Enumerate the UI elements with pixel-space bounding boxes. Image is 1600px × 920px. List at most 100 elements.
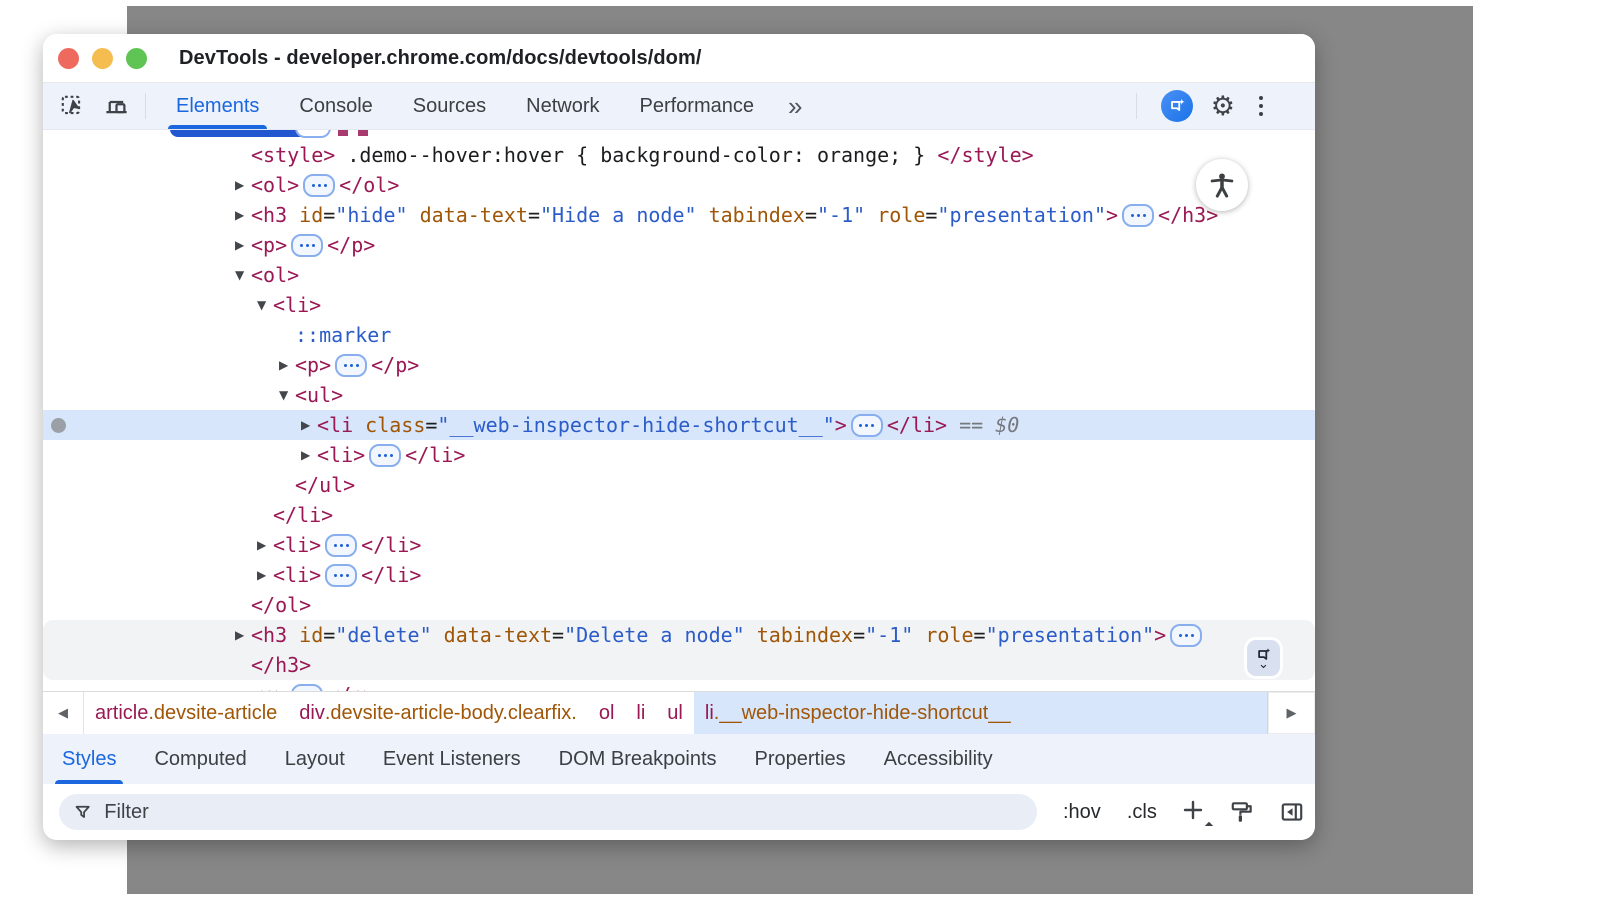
disclosure-closed-icon[interactable]: ▶ xyxy=(235,620,251,650)
disclosure-closed-icon[interactable]: ▶ xyxy=(279,350,295,380)
dom-tree-row[interactable]: ▶<p></p> xyxy=(43,350,1315,380)
new-style-rule-button[interactable] xyxy=(1181,798,1205,827)
dom-tree-row[interactable]: <style> .demo--hover:hover { background-… xyxy=(43,140,1315,170)
dom-tree-row[interactable]: ▶<p></p> xyxy=(43,230,1315,260)
ai-assistance-float-button[interactable]: ⌄ xyxy=(1247,640,1280,676)
tab-elements[interactable]: Elements xyxy=(156,83,279,129)
code-token: data-text xyxy=(408,203,528,227)
style-filter-field[interactable] xyxy=(59,794,1037,830)
devtools-window: DevTools - developer.chrome.com/docs/dev… xyxy=(43,34,1315,840)
disclosure-closed-icon[interactable]: ▶ xyxy=(235,200,251,230)
sidebar-tab-properties[interactable]: Properties xyxy=(736,734,865,784)
expand-ellipsis-button[interactable] xyxy=(335,354,367,377)
sidebar-tab-dom-breakpoints[interactable]: DOM Breakpoints xyxy=(540,734,736,784)
dom-tree-row[interactable]: ▶<li></li> xyxy=(43,440,1315,470)
expand-ellipsis-button[interactable] xyxy=(325,564,357,587)
sidebar-tab-layout[interactable]: Layout xyxy=(266,734,364,784)
expand-ellipsis-button[interactable] xyxy=(1122,204,1154,227)
breadcrumb-item[interactable]: article.devsite-article xyxy=(84,692,288,734)
toolbar-divider-right xyxy=(1136,93,1137,119)
clipped-selection-bar xyxy=(170,130,310,137)
dom-tree-row[interactable]: ▼<ul> xyxy=(43,380,1315,410)
dom-tree-row[interactable]: ▶<h3 id="delete" data-text="Delete a nod… xyxy=(43,620,1315,650)
dom-tree-row[interactable]: ▶<li class="__web-inspector-hide-shortcu… xyxy=(43,410,1315,440)
code-token: > xyxy=(1154,623,1166,647)
disclosure-closed-icon[interactable]: ▶ xyxy=(301,440,317,470)
dom-tree-row[interactable]: ▼<ol> xyxy=(43,260,1315,290)
sidebar-tab-event-listeners[interactable]: Event Listeners xyxy=(364,734,540,784)
code-token: = xyxy=(552,623,564,647)
dom-tree-row[interactable]: </li> xyxy=(43,500,1315,530)
expand-ellipsis-button[interactable] xyxy=(1170,624,1202,647)
devtools-toolbar: ElementsConsoleSourcesNetworkPerformance… xyxy=(43,83,1315,130)
tab-network[interactable]: Network xyxy=(506,83,619,129)
tab-sources[interactable]: Sources xyxy=(393,83,506,129)
disclosure-closed-icon[interactable]: ▶ xyxy=(235,170,251,200)
panel-tab-strip: ElementsConsoleSourcesNetworkPerformance xyxy=(156,83,774,129)
tab-console[interactable]: Console xyxy=(279,83,392,129)
code-token: <h3 xyxy=(251,623,287,647)
disclosure-closed-icon[interactable]: ▶ xyxy=(235,230,251,260)
dom-tree-row[interactable]: ▶<p></p> xyxy=(43,680,1315,691)
code-token: = xyxy=(425,413,437,437)
tab-performance[interactable]: Performance xyxy=(620,83,775,129)
disclosure-open-icon[interactable]: ▼ xyxy=(279,380,295,410)
dom-tree-row[interactable]: ▶<h3 id="hide" data-text="Hide a node" t… xyxy=(43,200,1315,230)
ai-assistance-icon[interactable] xyxy=(1161,90,1193,122)
breadcrumb-item[interactable]: li.__web-inspector-hide-shortcut__ xyxy=(694,692,1267,734)
filter-input[interactable] xyxy=(102,800,1023,825)
expand-ellipsis-button[interactable] xyxy=(291,234,323,257)
breadcrumb-item[interactable]: ol xyxy=(588,692,626,734)
disclosure-closed-icon[interactable]: ▶ xyxy=(257,560,273,590)
dom-tree-row[interactable]: </h3> xyxy=(43,650,1315,680)
crumb-tag: ul xyxy=(667,702,683,725)
minimize-window-button[interactable] xyxy=(92,48,113,69)
disclosure-open-icon[interactable]: ▼ xyxy=(257,290,273,320)
breadcrumb-item[interactable]: ul xyxy=(656,692,694,734)
sidebar-tab-styles[interactable]: Styles xyxy=(43,734,135,784)
code-token: = xyxy=(805,203,817,227)
breadcrumb-item[interactable]: div.devsite-article-body.clearfix. xyxy=(288,692,588,734)
expand-ellipsis-button[interactable] xyxy=(325,534,357,557)
dom-tree-row[interactable]: ::marker xyxy=(43,320,1315,350)
dom-tree-row[interactable]: </ol> xyxy=(43,590,1315,620)
sidebar-tab-accessibility[interactable]: Accessibility xyxy=(865,734,1012,784)
zoom-window-button[interactable] xyxy=(126,48,147,69)
code-token: </style> xyxy=(937,143,1033,167)
expand-ellipsis-button[interactable] xyxy=(291,684,323,691)
expand-ellipsis-button[interactable] xyxy=(369,444,401,467)
code-token: <li xyxy=(317,413,353,437)
pseudo-state-toggle-button[interactable]: :hov xyxy=(1063,801,1101,824)
dom-tree-row[interactable]: ▶<ol></ol> xyxy=(43,170,1315,200)
breadcrumb-scroll-left-icon[interactable]: ◀ xyxy=(43,692,84,734)
disclosure-closed-icon[interactable]: ▶ xyxy=(235,680,251,692)
accessibility-float-button[interactable] xyxy=(1196,159,1248,211)
breadcrumb-scroll-right-icon[interactable]: ▶ xyxy=(1267,692,1315,734)
rendering-emulation-button[interactable] xyxy=(1229,799,1255,825)
expand-ellipsis-button[interactable] xyxy=(303,174,335,197)
dom-tree-row[interactable]: </ul> xyxy=(43,470,1315,500)
dom-tree-row[interactable] xyxy=(43,130,1315,140)
breadcrumb-item[interactable]: li xyxy=(625,692,656,734)
code-token: <p> xyxy=(251,683,287,691)
disclosure-open-icon[interactable]: ▼ xyxy=(235,260,251,290)
more-tabs-icon[interactable]: » xyxy=(788,93,802,119)
inspect-element-icon[interactable] xyxy=(57,91,87,121)
close-window-button[interactable] xyxy=(58,48,79,69)
code-token: = xyxy=(974,623,986,647)
expand-ellipsis-button[interactable] xyxy=(851,414,883,437)
sidebar-tab-computed[interactable]: Computed xyxy=(135,734,265,784)
settings-gear-icon[interactable]: ⚙ xyxy=(1211,91,1235,122)
dom-tree-row[interactable]: ▼<li> xyxy=(43,290,1315,320)
code-token: role xyxy=(913,623,973,647)
toggle-sidebar-button[interactable] xyxy=(1279,799,1305,825)
disclosure-closed-icon[interactable]: ▶ xyxy=(257,530,273,560)
disclosure-closed-icon[interactable]: ▶ xyxy=(301,410,317,440)
crumb-tag: article xyxy=(95,702,148,725)
dom-tree-row[interactable]: ▶<li></li> xyxy=(43,560,1315,590)
device-toolbar-icon[interactable] xyxy=(101,91,131,121)
code-token: </ol> xyxy=(339,173,399,197)
element-class-toggle-button[interactable]: .cls xyxy=(1127,801,1157,824)
kebab-menu-icon[interactable] xyxy=(1255,92,1267,120)
dom-tree-row[interactable]: ▶<li></li> xyxy=(43,530,1315,560)
